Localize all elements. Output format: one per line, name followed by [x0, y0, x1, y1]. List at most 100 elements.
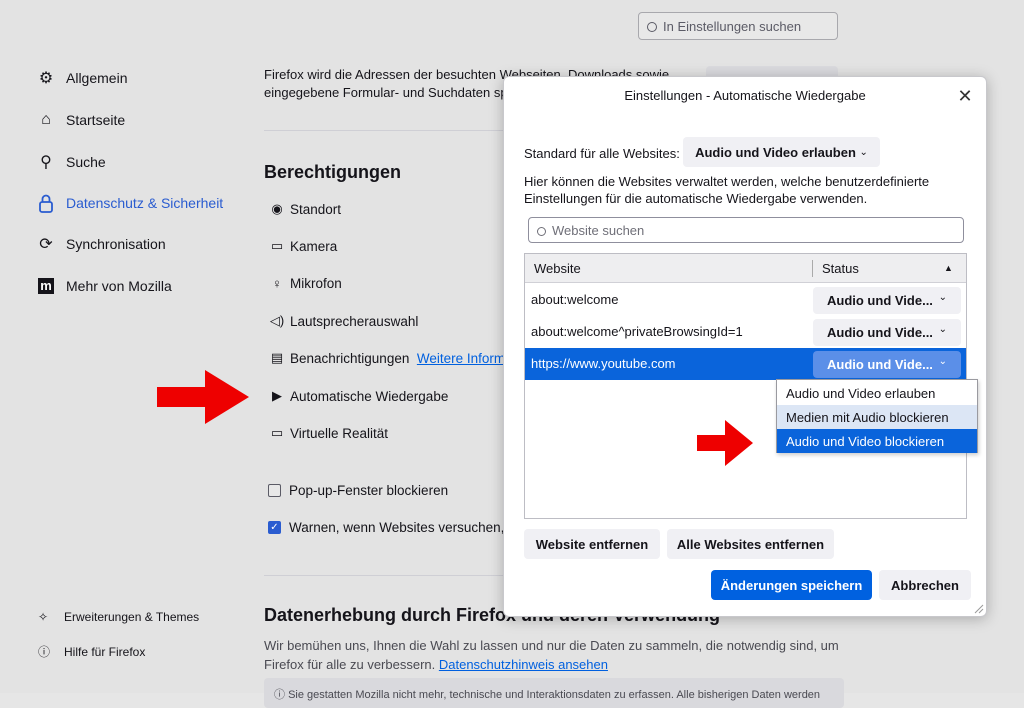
remove-website-button[interactable]: Website entfernen	[524, 529, 660, 559]
perm-label: Automatische Wiedergabe	[290, 388, 449, 404]
mozilla-icon: m	[38, 278, 54, 294]
nav-item-help[interactable]: ⓘ Hilfe für Firefox	[38, 643, 145, 660]
button-label: Abbrechen	[891, 577, 959, 593]
cancel-button[interactable]: Abbrechen	[879, 570, 971, 600]
autoplay-dialog: Einstellungen - Automatische Wiedergabe …	[503, 76, 987, 617]
nav-item-synchronisation[interactable]: ⟳ Synchronisation	[36, 232, 166, 256]
sync-icon: ⟳	[39, 236, 53, 253]
button-label: Alle Websites entfernen	[676, 536, 825, 552]
remove-all-websites-button[interactable]: Alle Websites entfernen	[667, 529, 834, 559]
search-placeholder: Website suchen	[552, 223, 645, 238]
microphone-icon: ♀	[272, 276, 282, 291]
default-label: Standard für alle Websites:	[524, 146, 680, 161]
info-text: Sie gestatten Mozilla nicht mehr, techni…	[288, 689, 821, 701]
table-row-selected[interactable]: https://www.youtube.com Audio und Vide..…	[525, 348, 966, 380]
data-line: Wir bemühen uns, Ihnen die Wahl zu lasse…	[264, 638, 839, 653]
gear-icon: ⚙	[38, 70, 54, 87]
table-header: Website Status ▲	[525, 254, 966, 283]
checkbox-label: Pop-up-Fenster blockieren	[289, 483, 449, 498]
nav-label: Startseite	[66, 112, 126, 128]
perm-autoplay: ▶ Automatische Wiedergabe	[268, 388, 448, 404]
nav-label: Allgemein	[66, 70, 128, 86]
puzzle-icon: ✧	[38, 610, 49, 624]
camera-icon: ▭	[270, 238, 284, 253]
table-row[interactable]: about:welcome^privateBrowsingId=1 Audio …	[525, 316, 966, 348]
nav-label: Datenschutz & Sicherheit	[66, 195, 224, 211]
resize-grip-icon[interactable]	[972, 602, 984, 614]
notification-icon: ▤	[270, 350, 284, 365]
data-info-box: ⓘ Sie gestatten Mozilla nicht mehr, tech…	[264, 678, 844, 708]
search-icon: ⚲	[40, 154, 52, 171]
chevron-down-icon: ⌄	[859, 146, 868, 158]
button-label: Änderungen speichern	[720, 577, 863, 593]
row-site: about:welcome	[531, 292, 619, 307]
settings-search-input[interactable]: In Einstellungen suchen	[638, 12, 838, 40]
chevron-down-icon: ⌄	[938, 324, 947, 335]
home-icon: ⌂	[41, 111, 51, 128]
nav-item-suche[interactable]: ⚲ Suche	[36, 150, 106, 174]
status-dropdown-menu: Audio und Video erlauben Medien mit Audi…	[776, 379, 978, 453]
website-search-input[interactable]: Website suchen	[528, 217, 964, 243]
nav-label: Mehr von Mozilla	[66, 278, 172, 294]
location-icon: ◉	[271, 201, 283, 216]
perm-mikrofon: ♀ Mikrofon	[268, 276, 342, 291]
data-line: Firefox für alle zu verbessern.	[264, 657, 436, 672]
perm-label: Kamera	[290, 238, 338, 254]
sort-ascending-icon: ▲	[944, 263, 953, 273]
table-row[interactable]: about:welcome Audio und Vide... ⌄	[525, 284, 966, 316]
perm-label: Mikrofon	[290, 276, 342, 291]
dialog-title: Einstellungen - Automatische Wiedergabe	[624, 88, 866, 103]
privacy-notice-link[interactable]: Datenschutzhinweis ansehen	[439, 657, 608, 672]
lock-icon	[36, 193, 56, 213]
vr-icon: ▭	[270, 425, 284, 440]
nav-label: Hilfe für Firefox	[64, 644, 146, 659]
perm-kamera: ▭ Kamera	[268, 238, 337, 254]
popup-block-checkbox[interactable]: Pop-up-Fenster blockieren	[268, 483, 448, 498]
more-info-link[interactable]: Weitere Informa	[417, 351, 513, 366]
perm-standort: ◉ Standort	[268, 201, 341, 217]
help-icon: ⓘ	[38, 645, 51, 659]
perm-label: Benachrichtigungen	[290, 350, 410, 366]
search-icon	[537, 227, 546, 236]
close-icon[interactable]: ✕	[954, 85, 976, 107]
search-placeholder: In Einstellungen suchen	[663, 19, 802, 34]
nav-item-startseite[interactable]: ⌂ Startseite	[36, 108, 125, 132]
nav-label: Synchronisation	[66, 236, 166, 252]
status-select[interactable]: Audio und Vide... ⌄	[813, 319, 961, 346]
row-site: https://www.youtube.com	[531, 356, 676, 371]
status-select[interactable]: Audio und Vide... ⌄	[813, 287, 961, 314]
menu-item-allow-audio-video[interactable]: Audio und Video erlauben	[777, 381, 977, 405]
nav-label: Suche	[66, 154, 106, 170]
default-select-value: Audio und Video erlauben	[695, 144, 856, 160]
chevron-down-icon: ⌄	[938, 292, 947, 303]
warn-addons-checkbox[interactable]: ✓ Warnen, wenn Websites versuchen, A	[268, 520, 516, 535]
button-label: Website entfernen	[535, 536, 649, 552]
nav-item-allgemein[interactable]: ⚙ Allgemein	[36, 66, 128, 90]
column-header-website[interactable]: Website	[534, 261, 581, 276]
chevron-down-icon: ⌄	[938, 356, 947, 367]
nav-item-datenschutz[interactable]: Datenschutz & Sicherheit	[36, 191, 223, 215]
red-arrow-icon	[697, 420, 753, 466]
search-icon	[647, 22, 657, 32]
checkbox-unchecked[interactable]	[268, 484, 281, 497]
perm-vr: ▭ Virtuelle Realität	[268, 425, 388, 441]
data-text: Wir bemühen uns, Ihnen die Wahl zu lasse…	[264, 636, 844, 674]
perm-label: Standort	[290, 201, 342, 217]
info-icon: ⓘ	[274, 689, 289, 701]
column-separator	[812, 260, 813, 277]
nav-item-extensions[interactable]: ✧ Erweiterungen & Themes	[38, 610, 199, 624]
column-header-status[interactable]: Status	[822, 261, 859, 276]
nav-item-mozilla[interactable]: m Mehr von Mozilla	[36, 274, 172, 298]
perm-label: Lautsprecherauswahl	[290, 313, 419, 329]
perm-benachrichtigungen: ▤ Benachrichtigungen Weitere Informa	[268, 350, 513, 366]
menu-item-block-audio-video[interactable]: Audio und Video blockieren	[777, 429, 977, 453]
default-autoplay-select[interactable]: Audio und Video erlauben ⌄	[683, 137, 880, 167]
menu-item-block-audio[interactable]: Medien mit Audio blockieren	[777, 405, 977, 429]
status-select[interactable]: Audio und Vide... ⌄	[813, 351, 961, 378]
save-changes-button[interactable]: Änderungen speichern	[711, 570, 872, 600]
dialog-description: Hier können die Websites verwaltet werde…	[524, 174, 930, 206]
status-value: Audio und Vide...	[827, 325, 933, 340]
autoplay-icon: ▶	[272, 388, 282, 403]
checkbox-checked[interactable]: ✓	[268, 521, 281, 534]
speaker-icon: ◁)	[269, 313, 285, 328]
